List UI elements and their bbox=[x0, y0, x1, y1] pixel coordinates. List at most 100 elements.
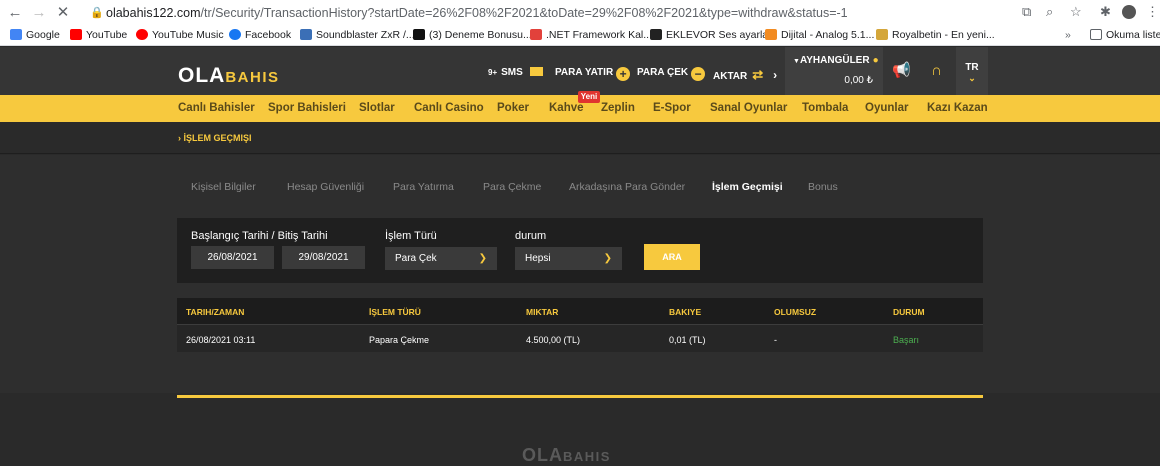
cat-spor-bahisleri[interactable]: Spor Bahisleri bbox=[268, 102, 346, 114]
address-row: ← → ✕ 🔒 olabahis122.com/tr/Security/Tran… bbox=[0, 0, 1160, 26]
zoom-icon[interactable]: ⌕ bbox=[1046, 4, 1053, 20]
google-icon bbox=[10, 29, 22, 40]
cat-slotlar[interactable]: Slotlar bbox=[359, 102, 395, 114]
cat-poker[interactable]: Poker bbox=[497, 102, 529, 114]
dotnet-icon bbox=[530, 29, 542, 40]
deposit-button[interactable]: PARA YATIR + bbox=[555, 67, 631, 81]
start-date-input[interactable]: 26/08/2021 bbox=[191, 246, 274, 269]
col-islem-turu: İŞLEM TÜRÜ bbox=[369, 307, 421, 317]
search-button[interactable]: ARA bbox=[644, 244, 700, 270]
translate-icon[interactable]: ⧉ bbox=[1022, 4, 1031, 20]
chevron-right-icon: › bbox=[773, 68, 778, 82]
chevron-down-icon: ❯ bbox=[478, 253, 487, 264]
bookmark-star-icon[interactable]: ☆ bbox=[1070, 4, 1082, 20]
bookmark-facebook[interactable]: Facebook bbox=[229, 29, 291, 41]
balance: 0,00 ₺ bbox=[844, 75, 873, 86]
menu-icon[interactable]: ⋮ bbox=[1146, 4, 1159, 20]
tab-hesap-guvenligi[interactable]: Hesap Güvenliği bbox=[287, 181, 364, 193]
withdraw-button[interactable]: PARA ÇEK − bbox=[637, 67, 706, 81]
cat-sanal-oyunlar[interactable]: Sanal Oyunlar bbox=[710, 102, 787, 114]
date-range-label: Başlangıç Tarihi / Bitiş Tarihi bbox=[191, 230, 328, 242]
site-footer: OLABAHIS bbox=[0, 393, 1160, 465]
cell-negative: - bbox=[774, 335, 777, 345]
table-row: 26/08/2021 03:11 Papara Çekme 4.500,00 (… bbox=[177, 324, 983, 352]
bookmark-dijital[interactable]: Dijital - Analog 5.1... bbox=[765, 29, 874, 41]
status-label: durum bbox=[515, 230, 547, 242]
footer-divider bbox=[177, 395, 983, 398]
reading-list-icon bbox=[1090, 29, 1102, 40]
username: ▼AYHANGÜLER ● bbox=[793, 55, 879, 66]
tab-para-cekme[interactable]: Para Çekme bbox=[483, 181, 541, 193]
new-badge: Yeni bbox=[578, 91, 600, 103]
transaction-type-select[interactable]: Para Çek ❯ bbox=[385, 247, 497, 270]
cat-oyunlar[interactable]: Oyunlar bbox=[865, 102, 908, 114]
profile-avatar[interactable] bbox=[1122, 5, 1136, 19]
bg-icon bbox=[765, 29, 777, 40]
more-bookmarks-icon[interactable]: » bbox=[1065, 29, 1071, 41]
cell-balance: 0,01 (TL) bbox=[669, 335, 706, 345]
url-text: olabahis122.com/tr/Security/TransactionH… bbox=[106, 6, 848, 20]
transaction-table: TARIH/ZAMAN İŞLEM TÜRÜ MIKTAR BAKIYE OLU… bbox=[177, 298, 983, 352]
facebook-icon bbox=[229, 29, 241, 40]
col-olumsuz: OLUMSUZ bbox=[774, 307, 817, 317]
megaphone-icon[interactable]: 📢 bbox=[884, 47, 919, 95]
tab-islem-gecmisi[interactable]: İşlem Geçmişi bbox=[712, 181, 783, 193]
tab-arkadasina-para-gonder[interactable]: Arkadaşına Para Gönder bbox=[569, 181, 685, 193]
bookmark-youtube-music[interactable]: YouTube Music bbox=[136, 29, 224, 41]
stop-icon[interactable]: ✕ bbox=[54, 4, 72, 22]
bookmark-royalbetin[interactable]: Royalbetin - En yeni... bbox=[876, 29, 995, 41]
headset-icon[interactable]: ∩ bbox=[919, 47, 954, 95]
cat-tombala[interactable]: Tombala bbox=[802, 102, 848, 114]
breadcrumb-bar: › İŞLEM GEÇMIŞI bbox=[0, 122, 1160, 154]
cat-kazi-kazan[interactable]: Kazı Kazan bbox=[927, 102, 988, 114]
end-date-input[interactable]: 29/08/2021 bbox=[282, 246, 365, 269]
bookmark-youtube[interactable]: YouTube bbox=[70, 29, 127, 41]
sms-button[interactable]: 9+ SMS bbox=[488, 67, 543, 78]
user-icon: ● bbox=[872, 55, 879, 66]
extensions-icon[interactable]: ✱ bbox=[1100, 4, 1111, 20]
cat-kahve[interactable]: Kahve bbox=[549, 102, 584, 114]
reading-list[interactable]: Okuma listes bbox=[1090, 29, 1160, 41]
browser-chrome: ← → ✕ 🔒 olabahis122.com/tr/Security/Tran… bbox=[0, 0, 1160, 46]
transfer-button[interactable]: AKTAR ⇄ › bbox=[713, 67, 777, 83]
cat-canli-bahisler[interactable]: Canlı Bahisler bbox=[178, 102, 255, 114]
bookmark-deneme[interactable]: (3) Deneme Bonusu... bbox=[413, 29, 532, 41]
bookmarks-bar: Google YouTube YouTube Music Facebook So… bbox=[0, 27, 1160, 46]
chevron-down-icon: ❯ bbox=[603, 253, 612, 264]
forward-icon[interactable]: → bbox=[30, 4, 48, 22]
bookmark-google[interactable]: Google bbox=[10, 29, 60, 41]
cell-type: Papara Çekme bbox=[369, 335, 430, 345]
cell-status: Başarı bbox=[893, 335, 920, 345]
youtube-icon bbox=[70, 29, 82, 40]
table-header: TARIH/ZAMAN İŞLEM TÜRÜ MIKTAR BAKIYE OLU… bbox=[177, 298, 983, 324]
tab-kisisel-bilgiler[interactable]: Kişisel Bilgiler bbox=[191, 181, 256, 193]
site-logo[interactable]: OLABAHIS bbox=[178, 64, 280, 88]
mail-icon bbox=[529, 67, 543, 76]
cat-e-spor[interactable]: E-Spor bbox=[653, 102, 691, 114]
language-selector[interactable]: TR ⌄ bbox=[956, 47, 988, 95]
breadcrumb[interactable]: › İŞLEM GEÇMIŞI bbox=[178, 133, 252, 143]
bookmark-dotnet[interactable]: .NET Framework Kal... bbox=[530, 29, 652, 41]
col-miktar: MIKTAR bbox=[526, 307, 559, 317]
back-icon[interactable]: ← bbox=[6, 4, 24, 22]
soundblaster-icon bbox=[300, 29, 312, 40]
cell-amount: 4.500,00 (TL) bbox=[526, 335, 581, 345]
lock-icon: 🔒 bbox=[90, 7, 104, 19]
cat-canli-casino[interactable]: Canlı Casino bbox=[414, 102, 484, 114]
status-select[interactable]: Hepsi ❯ bbox=[515, 247, 622, 270]
address-bar[interactable]: 🔒 olabahis122.com/tr/Security/Transactio… bbox=[82, 2, 1082, 24]
minus-icon: − bbox=[691, 67, 706, 81]
amazon-icon bbox=[650, 29, 662, 40]
tab-para-yatirma[interactable]: Para Yatırma bbox=[393, 181, 454, 193]
tab-bonus[interactable]: Bonus bbox=[808, 181, 838, 193]
sms-count: 9+ bbox=[488, 68, 498, 77]
deneme-icon bbox=[413, 29, 425, 40]
col-tarih-zaman: TARIH/ZAMAN bbox=[186, 307, 245, 317]
cat-zeplin[interactable]: Zeplin bbox=[601, 102, 635, 114]
bookmark-soundblaster[interactable]: Soundblaster ZxR /... bbox=[300, 29, 415, 41]
url-domain: olabahis122.com bbox=[106, 6, 201, 20]
bookmark-eklevor[interactable]: EKLEVOR Ses ayarla... bbox=[650, 29, 777, 41]
cell-date: 26/08/2021 03:11 bbox=[186, 335, 256, 345]
transfer-icon: ⇄ bbox=[752, 67, 764, 82]
user-account[interactable]: ▼AYHANGÜLER ● 0,00 ₺ bbox=[785, 47, 883, 95]
